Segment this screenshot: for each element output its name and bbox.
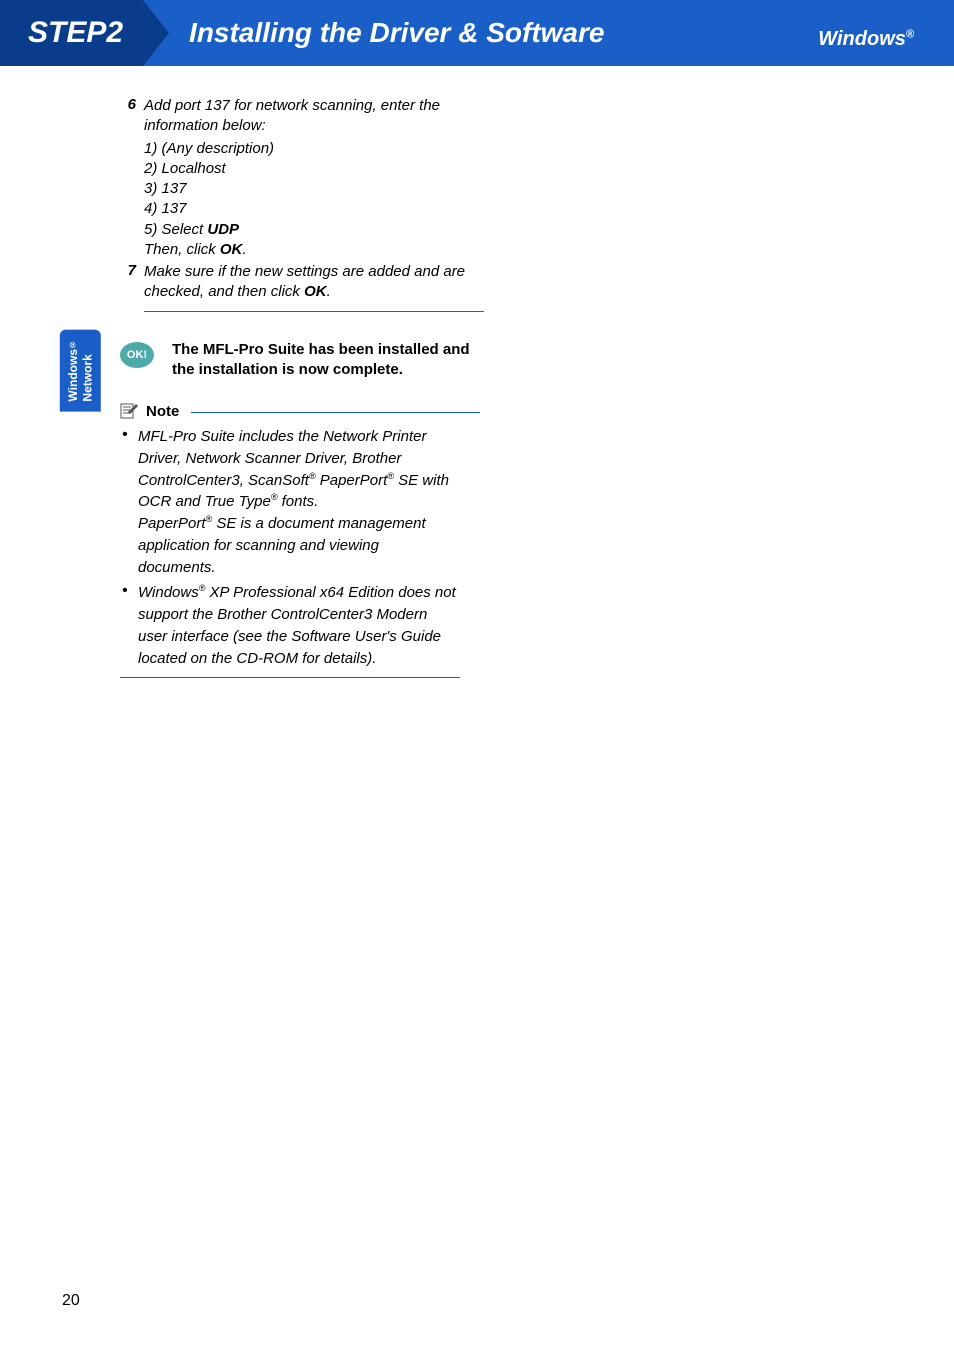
sub-item: 5) Select UDP bbox=[144, 220, 480, 240]
text: Windows bbox=[138, 584, 199, 601]
note-bullet-2: • Windows® XP Professional x64 Edition d… bbox=[120, 582, 480, 669]
side-tab: Windows® Network bbox=[60, 330, 101, 412]
bullet-dot: • bbox=[120, 426, 138, 578]
divider bbox=[144, 311, 484, 312]
note-line bbox=[191, 412, 480, 413]
text-bold: UDP bbox=[207, 221, 239, 238]
text: . bbox=[242, 241, 246, 258]
sub-list: 1) (Any description) 2) Localhost 3) 137… bbox=[144, 139, 480, 261]
page-title: Installing the Driver & Software bbox=[189, 17, 604, 49]
text: 5) Select bbox=[144, 221, 207, 238]
text-bold: OK bbox=[220, 241, 243, 258]
step-number: 7 bbox=[120, 262, 144, 303]
text: PaperPort bbox=[138, 515, 206, 532]
page-header: STEP2 Installing the Driver & Software W… bbox=[0, 0, 954, 66]
note-header: Note bbox=[120, 402, 480, 420]
reg-mark: ® bbox=[387, 471, 394, 481]
text: Then, click bbox=[144, 241, 220, 258]
bullet-text: MFL-Pro Suite includes the Network Print… bbox=[138, 426, 458, 578]
sub-item: Then, click OK. bbox=[144, 240, 480, 260]
note-bullet-1: • MFL-Pro Suite includes the Network Pri… bbox=[120, 426, 480, 578]
note-pencil-icon bbox=[120, 402, 140, 420]
arrow-icon bbox=[143, 0, 169, 66]
text: Add port 137 for network scanning, enter… bbox=[144, 97, 440, 134]
step-7: 7 Make sure if the new settings are adde… bbox=[120, 262, 480, 303]
text: . bbox=[327, 283, 331, 300]
sub-item: 1) (Any description) bbox=[144, 139, 480, 159]
note-end-line bbox=[120, 677, 460, 678]
platform-text: Windows bbox=[818, 28, 906, 50]
step-badge: STEP2 bbox=[0, 0, 143, 66]
bullet-dot: • bbox=[120, 582, 138, 669]
text: PaperPort bbox=[316, 472, 388, 489]
step-label: STEP2 bbox=[28, 16, 123, 50]
sub-item: 4) 137 bbox=[144, 199, 480, 219]
reg-mark: ® bbox=[68, 340, 77, 349]
side-tab-line1: Windows bbox=[66, 349, 80, 402]
sub-item: 2) Localhost bbox=[144, 159, 480, 179]
sub-item: 3) 137 bbox=[144, 179, 480, 199]
note-label: Note bbox=[146, 403, 179, 420]
reg-mark: ® bbox=[906, 28, 914, 40]
ok-text: The MFL-Pro Suite has been installed and… bbox=[172, 340, 472, 381]
text-bold: OK bbox=[304, 283, 327, 300]
step-text: Make sure if the new settings are added … bbox=[144, 262, 480, 303]
step-6: 6 Add port 137 for network scanning, ent… bbox=[120, 96, 480, 260]
step-number: 6 bbox=[120, 96, 144, 260]
platform-label: Windows® bbox=[818, 28, 914, 51]
page-number: 20 bbox=[62, 1292, 80, 1310]
ok-callout: OK! The MFL-Pro Suite has been installed… bbox=[120, 340, 480, 381]
ok-badge-icon: OK! bbox=[120, 342, 154, 368]
step-text: Add port 137 for network scanning, enter… bbox=[144, 96, 480, 260]
side-tab-line2: Network bbox=[80, 354, 94, 401]
text: fonts. bbox=[277, 493, 318, 510]
reg-mark: ® bbox=[309, 471, 316, 481]
content-column: 6 Add port 137 for network scanning, ent… bbox=[120, 96, 480, 678]
bullet-text: Windows® XP Professional x64 Edition doe… bbox=[138, 582, 458, 669]
